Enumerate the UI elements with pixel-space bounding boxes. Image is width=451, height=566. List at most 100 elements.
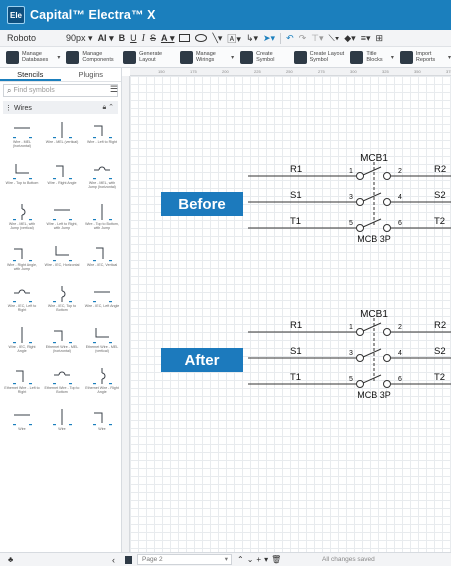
line-tool-icon[interactable]: ╲▾ (212, 33, 222, 44)
page-name: Page 2 (142, 556, 163, 563)
font-family-select[interactable]: Roboto (5, 33, 61, 43)
symbol-item[interactable]: Ethernet Wire - Right Angle (82, 364, 121, 405)
symbol-item[interactable]: Wire - Top to Bottom, with Jump (82, 200, 121, 241)
wire-label-left: T1 (290, 216, 301, 227)
manage-databases-button[interactable]: Manage Databases ▾ (6, 50, 60, 64)
symbol-item[interactable]: Wire - MEL, with Jump (vertical) (2, 200, 42, 241)
text-box-tool-icon[interactable]: 🄰▾ (227, 32, 241, 45)
connector-tool-icon[interactable]: ↳▾ (246, 33, 258, 44)
create-layout-symbol-button[interactable]: Create Layout Symbol (293, 50, 345, 64)
database-icon (6, 50, 19, 64)
symbol-item[interactable]: Wire - Top to Bottom (2, 159, 42, 200)
breaker-type-label: MCB 3P (357, 234, 391, 244)
symbol-label: Wire (98, 427, 106, 431)
ruler-tick-label: 175 (190, 69, 197, 74)
symbol-label: Wire - IEC, Top to Bottom (47, 304, 77, 312)
underline-button[interactable]: U (130, 33, 137, 43)
symbol-item[interactable]: Wire - IEC, Vertical (82, 241, 121, 282)
ellipse-tool-icon[interactable] (195, 34, 208, 42)
symbol-item[interactable]: Wire - IEC, Left to Right (2, 282, 42, 323)
wire-symbol-icon (13, 164, 32, 180)
symbol-label: Wire (58, 427, 66, 431)
symbol-item[interactable]: Wire - MEL (horizontal) (2, 118, 42, 159)
wire-label-left: S1 (290, 346, 302, 357)
panel-tabs: Stencils Plugins (0, 68, 121, 82)
more-icon[interactable]: ⊞ (375, 33, 383, 44)
symbol-item[interactable]: Ethernet Wire - Left to Right (2, 364, 42, 405)
symbol-item[interactable]: Wire - Left to Right (82, 118, 121, 159)
manage-wirings-button[interactable]: Manage Wirings ▾ (179, 50, 234, 64)
chevron-left-icon[interactable]: ‹ (112, 555, 115, 565)
symbol-item[interactable]: Wire (42, 405, 82, 446)
strikethrough-button[interactable]: S (150, 33, 156, 43)
redo-icon[interactable]: ↷ (299, 33, 307, 44)
symbol-item[interactable]: Wire - IEC, Right Angle (2, 323, 42, 364)
tab-stencils[interactable]: Stencils (0, 68, 61, 81)
pointer-tool-icon[interactable]: ➤▾ (263, 33, 275, 44)
chevron-down-icon: ▾ (390, 54, 394, 61)
symbol-item[interactable]: Wire - IEC, Horizontal (42, 241, 82, 282)
tab-plugins[interactable]: Plugins (61, 68, 122, 81)
wire-symbol-icon (53, 409, 72, 426)
font-color-button[interactable]: A ▾ (161, 33, 175, 44)
switch-contact (362, 348, 382, 358)
symbol-item[interactable]: Wire - Right Angle (42, 159, 82, 200)
rectangle-tool-icon[interactable] (179, 34, 191, 42)
pin-number: 4 (398, 194, 402, 201)
pin-number: 2 (398, 168, 402, 175)
symbol-item[interactable]: Wire - Right Angle, with Jump (2, 241, 42, 282)
wire-symbol-icon (13, 248, 32, 262)
breaker-type-label: MCB 3P (357, 390, 391, 400)
drawing-canvas[interactable]: Before After MCB1 R1 1 2 R2 S1 3 4 S2 T1 5 6 T2 MCB 3… (130, 76, 451, 552)
text-case-button[interactable]: AI ▾ (98, 33, 114, 44)
symbol-item[interactable]: Wire - MEL, with Jump (horizontal) (82, 159, 121, 200)
wire-label-right: R2 (434, 320, 446, 331)
bold-button[interactable]: B (119, 33, 126, 43)
fill-color-icon[interactable]: ◆▾ (344, 33, 355, 44)
manage-components-button[interactable]: Manage Components (66, 50, 117, 64)
lock-and-collapse-icon[interactable]: 🔒︎ ⌃ (102, 103, 114, 112)
align-icon[interactable]: ≡▾ (361, 33, 371, 44)
generate-layout-button[interactable]: Generate Layout (123, 50, 174, 64)
search-input[interactable]: Find symbols (13, 87, 54, 94)
library-icon[interactable]: ♣ (8, 555, 13, 564)
symbol-item[interactable]: Wire - IEC, Left Angle (82, 282, 121, 323)
title-blocks-button[interactable]: Title Blocks ▾ (350, 50, 394, 64)
undo-icon[interactable]: ↶ (286, 33, 294, 44)
font-size-select[interactable]: 90px ▾ (66, 33, 93, 44)
symbol-item[interactable]: Ethernet Wire - MEL (vertical) (82, 323, 121, 364)
symbol-label: Wire - MEL (vertical) (45, 140, 79, 144)
symbol-item[interactable]: Ethernet Wire - MEL (horizontal) (42, 323, 82, 364)
ribbon-label: Generate Layout (139, 51, 163, 63)
symbol-item[interactable]: Wire (2, 405, 42, 446)
line-style-icon[interactable]: ⟍▾ (329, 33, 340, 44)
hamburger-menu-icon[interactable]: ☰ (110, 84, 118, 95)
format-painter-icon[interactable]: ⊤▾ (311, 33, 323, 44)
pin-number: 3 (349, 194, 353, 201)
symbol-search[interactable]: ⌕ Find symbols (3, 84, 118, 97)
symbol-item[interactable]: Wire - MEL (vertical) (42, 118, 82, 159)
wire-symbol-icon (13, 370, 32, 385)
symbol-item[interactable]: Ethernet Wire - Top to Bottom (42, 364, 82, 405)
search-icon: ⌕ (7, 85, 12, 95)
symbol-item[interactable]: Wire - Left to Right, with Jump (42, 200, 82, 241)
terminal-circle (356, 354, 364, 362)
create-symbol-button[interactable]: Create Symbol (240, 50, 288, 64)
italic-button[interactable]: I (142, 33, 145, 44)
breaker-reference: MCB1 (360, 309, 388, 320)
page-controls[interactable]: ⌃⌄+▾🗑 (237, 555, 284, 564)
vertical-ruler (122, 76, 130, 552)
terminal-circle (356, 380, 364, 388)
symbol-item[interactable]: Wire - IEC, Top to Bottom (42, 282, 82, 323)
page-selector[interactable]: Page 2 ▾ (137, 554, 232, 565)
schematic-diagram: MCB1 R1 1 2 R2 S1 3 4 S2 T1 5 6 T2 MCB 3P MCB1 R1 1 2 R2 S1… (248, 153, 451, 400)
ruler-tick-label: 300 (350, 69, 357, 74)
ribbon-toolbar: Manage Databases ▾ Manage Components Gen… (0, 47, 451, 68)
import-reports-button[interactable]: Import Reports ▾ (399, 50, 451, 64)
terminal-circle (383, 224, 391, 232)
stencil-group-header[interactable]: ⋮ Wires 🔒︎ ⌃ (3, 101, 118, 114)
symbol-item[interactable]: Wire (82, 405, 121, 446)
chevron-down-icon: ▾ (224, 556, 228, 563)
symbol-label: Wire - IEC, Left to Right (7, 304, 37, 312)
ruler-tick-label: 150 (158, 69, 165, 74)
